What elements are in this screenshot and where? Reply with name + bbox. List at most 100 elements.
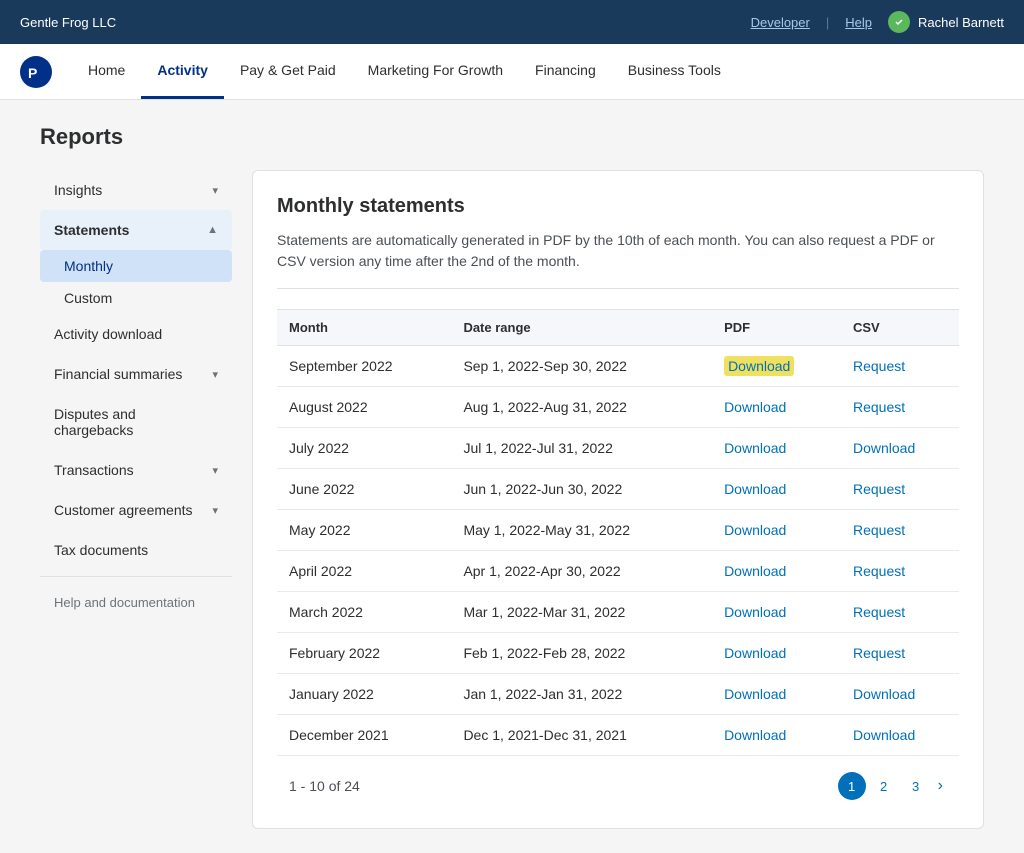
pdf-download-link[interactable]: Download xyxy=(724,645,786,661)
csv-download-link[interactable]: Request xyxy=(853,563,905,579)
csv-download-link[interactable]: Request xyxy=(853,358,905,374)
chevron-down-icon: ▾ xyxy=(212,184,218,197)
table-row: July 2022Jul 1, 2022-Jul 31, 2022Downloa… xyxy=(277,428,959,469)
sidebar-item-insights[interactable]: Insights ▾ xyxy=(40,170,232,210)
cell-month: February 2022 xyxy=(277,633,451,674)
sidebar-item-customer-agreements[interactable]: Customer agreements▾ xyxy=(40,490,232,530)
csv-download-link[interactable]: Request xyxy=(853,522,905,538)
sidebar-item-label: Activity download xyxy=(54,326,162,342)
sidebar-item-label: Financial summaries xyxy=(54,366,182,382)
cell-month: June 2022 xyxy=(277,469,451,510)
cell-month: September 2022 xyxy=(277,346,451,387)
sidebar-item-label: Disputes and chargebacks xyxy=(54,406,218,438)
cell-date-range: Dec 1, 2021-Dec 31, 2021 xyxy=(451,715,712,756)
sidebar-item-label: Transactions xyxy=(54,462,134,478)
cell-date-range: May 1, 2022-May 31, 2022 xyxy=(451,510,712,551)
cell-pdf: Download xyxy=(712,387,841,428)
help-link[interactable]: Help xyxy=(845,15,872,30)
cell-csv: Request xyxy=(841,592,959,633)
pdf-download-link[interactable]: Download xyxy=(724,604,786,620)
cell-date-range: Apr 1, 2022-Apr 30, 2022 xyxy=(451,551,712,592)
sidebar: Insights ▾ Statements▲MonthlyCustom Activit… xyxy=(40,170,232,829)
cell-month: May 2022 xyxy=(277,510,451,551)
csv-download-link[interactable]: Request xyxy=(853,604,905,620)
sidebar-item-transactions[interactable]: Transactions ▾ xyxy=(40,450,232,490)
check-icon xyxy=(892,15,906,29)
cell-pdf: Download xyxy=(712,510,841,551)
nav-item-marketing-for-growth[interactable]: Marketing For Growth xyxy=(352,44,519,99)
pdf-download-link[interactable]: Download xyxy=(724,399,786,415)
csv-download-link[interactable]: Request xyxy=(853,399,905,415)
cell-date-range: Sep 1, 2022-Sep 30, 2022 xyxy=(451,346,712,387)
pdf-download-link[interactable]: Download xyxy=(724,522,786,538)
cell-date-range: Aug 1, 2022-Aug 31, 2022 xyxy=(451,387,712,428)
table-row: September 2022Sep 1, 2022-Sep 30, 2022 Do… xyxy=(277,346,959,387)
main-content: Monthly statements Statements are automa… xyxy=(252,170,984,829)
cell-csv: Request xyxy=(841,510,959,551)
pdf-download-link[interactable]: Download xyxy=(724,727,786,743)
next-page-arrow[interactable]: › xyxy=(934,773,947,799)
cell-csv: Download xyxy=(841,715,959,756)
user-name: Rachel Barnett xyxy=(918,15,1004,30)
cell-pdf: Download xyxy=(712,428,841,469)
company-name: Gentle Frog LLC xyxy=(20,15,116,30)
sidebar-item-activity-download[interactable]: Activity download xyxy=(40,314,232,354)
cell-pdf: Download xyxy=(712,592,841,633)
nav-item-pay-&-get-paid[interactable]: Pay & Get Paid xyxy=(224,44,352,99)
csv-download-link[interactable]: Request xyxy=(853,645,905,661)
svg-text:P: P xyxy=(28,65,37,81)
nav-item-home[interactable]: Home xyxy=(72,44,141,99)
nav-item-activity[interactable]: Activity xyxy=(141,44,224,99)
page-button-1[interactable]: 1 xyxy=(838,772,866,800)
cell-csv: Download xyxy=(841,428,959,469)
cell-pdf: Download xyxy=(712,674,841,715)
csv-download-link[interactable]: Download xyxy=(853,686,915,702)
cell-csv: Request xyxy=(841,387,959,428)
pdf-download-link[interactable]: Download xyxy=(724,356,794,376)
developer-link[interactable]: Developer xyxy=(751,15,810,30)
cell-month: January 2022 xyxy=(277,674,451,715)
pdf-download-link[interactable]: Download xyxy=(724,481,786,497)
table-row: March 2022Mar 1, 2022-Mar 31, 2022Downlo… xyxy=(277,592,959,633)
table-row: May 2022May 1, 2022-May 31, 2022 Download… xyxy=(277,510,959,551)
cell-csv: Request xyxy=(841,633,959,674)
page-title: Reports xyxy=(40,124,984,150)
sidebar-item-tax-documents[interactable]: Tax documents xyxy=(40,530,232,570)
sidebar-item-label: Tax documents xyxy=(54,542,148,558)
cell-csv: Request xyxy=(841,551,959,592)
cell-date-range: Jul 1, 2022-Jul 31, 2022 xyxy=(451,428,712,469)
sidebar-item-disputes-and-chargebacks[interactable]: Disputes and chargebacks xyxy=(40,394,232,450)
cell-pdf: Download xyxy=(712,469,841,510)
sidebar-help[interactable]: Help and documentation xyxy=(40,583,232,622)
csv-download-link[interactable]: Request xyxy=(853,481,905,497)
reports-layout: Insights ▾ Statements▲MonthlyCustom Activit… xyxy=(40,170,984,829)
nav-item-financing[interactable]: Financing xyxy=(519,44,612,99)
sidebar-item-financial-summaries[interactable]: Financial summaries▾ xyxy=(40,354,232,394)
pdf-download-link[interactable]: Download xyxy=(724,686,786,702)
table-row: August 2022Aug 1, 2022-Aug 31, 2022Downl… xyxy=(277,387,959,428)
table-row: December 2021Dec 1, 2021-Dec 31, 2021Dow… xyxy=(277,715,959,756)
csv-download-link[interactable]: Download xyxy=(853,727,915,743)
chevron-down-icon: ▾ xyxy=(212,464,218,477)
page-button-3[interactable]: 3 xyxy=(902,772,930,800)
cell-csv: Request xyxy=(841,346,959,387)
sidebar-item-label: Insights xyxy=(54,182,102,198)
page-content: Reports Insights▾Statements▲MonthlyCusto… xyxy=(0,100,1024,853)
pdf-download-link[interactable]: Download xyxy=(724,440,786,456)
table-header-month: Month xyxy=(277,310,451,346)
pagination: 1 - 10 of 24 123› xyxy=(277,756,959,804)
pagination-pages: 123› xyxy=(838,772,947,800)
page-button-2[interactable]: 2 xyxy=(870,772,898,800)
nav-items: HomeActivityPay & Get PaidMarketing For … xyxy=(72,44,737,99)
top-bar: Gentle Frog LLC Developer | Help Rachel … xyxy=(0,0,1024,44)
cell-pdf: Download xyxy=(712,346,841,387)
nav-item-business-tools[interactable]: Business Tools xyxy=(612,44,737,99)
cell-pdf: Download xyxy=(712,715,841,756)
pdf-download-link[interactable]: Download xyxy=(724,563,786,579)
sidebar-sub-item-monthly[interactable]: Monthly xyxy=(40,250,232,282)
sidebar-item-statements[interactable]: Statements▲ xyxy=(40,210,232,250)
section-title: Monthly statements xyxy=(277,195,959,218)
csv-download-link[interactable]: Download xyxy=(853,440,915,456)
user-info: Rachel Barnett xyxy=(888,11,1004,33)
sidebar-sub-item-custom[interactable]: Custom xyxy=(40,282,232,314)
